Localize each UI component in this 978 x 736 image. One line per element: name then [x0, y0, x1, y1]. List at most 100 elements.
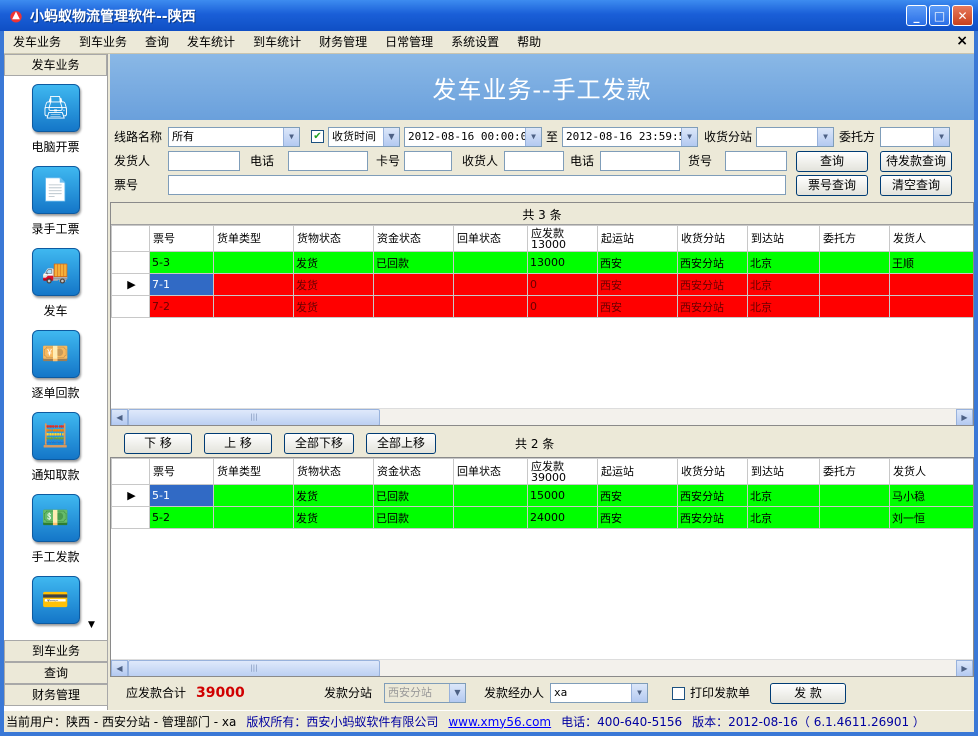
chevron-down-icon[interactable]: ▼	[631, 684, 647, 702]
phone-input[interactable]	[288, 151, 368, 171]
sidebar-scroll-down-icon[interactable]: ▼	[88, 620, 95, 630]
table-cell[interactable]	[453, 273, 528, 296]
sidebar-group-query[interactable]: 查询	[4, 662, 108, 684]
move-all-down-button[interactable]: 全部下移	[284, 433, 354, 454]
column-header[interactable]: 收货分站	[677, 458, 748, 485]
table-cell[interactable]	[453, 484, 528, 507]
menu-item-7[interactable]: 系统设置	[442, 31, 508, 54]
table-cell[interactable]: 13000	[527, 251, 598, 274]
table-cell[interactable]: 5-2	[149, 506, 214, 529]
column-header[interactable]: 资金状态	[373, 225, 454, 252]
table-row[interactable]: ▶ 7-1 发货 0 西安 西安分站 北京	[111, 273, 973, 296]
column-header[interactable]: 货单类型	[213, 458, 294, 485]
column-header[interactable]: 到达站	[747, 458, 820, 485]
mdi-close-icon[interactable]: ×	[956, 33, 968, 49]
table-cell[interactable]	[819, 251, 890, 274]
table-cell[interactable]: 已回款	[373, 484, 454, 507]
table-cell[interactable]: 西安分站	[677, 273, 748, 296]
menu-item-5[interactable]: 财务管理	[310, 31, 376, 54]
sidebar-header[interactable]: 发车业务	[4, 54, 107, 76]
table-cell[interactable]	[889, 273, 973, 296]
table-cell[interactable]: 西安分站	[677, 506, 748, 529]
menu-item-0[interactable]: 发车业务	[4, 31, 70, 54]
recv-time-select[interactable]: 收货时间 ▼	[328, 127, 400, 147]
clear-query-button[interactable]: 清空查询	[880, 175, 952, 196]
table-cell[interactable]: 西安	[597, 295, 678, 318]
table-cell[interactable]: 刘一恒	[889, 506, 973, 529]
date-from-picker[interactable]: 2012-08-16 00:00:00 ▼	[404, 127, 542, 147]
maximize-button[interactable]: □	[929, 5, 950, 26]
column-header[interactable]: 收货分站	[677, 225, 748, 252]
table-cell[interactable]: 已回款	[373, 251, 454, 274]
scroll-left-icon[interactable]: ◀	[111, 409, 128, 425]
column-header[interactable]: 应发款 13000	[527, 225, 598, 252]
scroll-left-icon[interactable]: ◀	[111, 660, 128, 676]
chevron-down-icon[interactable]: ▼	[933, 128, 949, 146]
table-cell[interactable]	[373, 273, 454, 296]
table-cell[interactable]: 王顺	[889, 251, 973, 274]
handler-select[interactable]: xa ▼	[550, 683, 648, 703]
table-cell[interactable]: 西安	[597, 506, 678, 529]
table-cell[interactable]: 5-1	[149, 484, 214, 507]
move-all-up-button[interactable]: 全部上移	[366, 433, 436, 454]
table-cell[interactable]: 发货	[293, 484, 374, 507]
table-cell[interactable]: 西安	[597, 273, 678, 296]
pending-payment-query-button[interactable]: 待发款查询	[880, 151, 952, 172]
table-cell[interactable]: 西安分站	[677, 295, 748, 318]
column-header[interactable]: 委托方	[819, 458, 890, 485]
table-cell[interactable]	[213, 273, 294, 296]
table-cell[interactable]: 已回款	[373, 506, 454, 529]
table-cell[interactable]: 发货	[293, 273, 374, 296]
column-header[interactable]: 货物状态	[293, 225, 374, 252]
recv-time-checkbox[interactable]: ✔	[311, 130, 324, 143]
date-to-picker[interactable]: 2012-08-16 23:59:59 ▼	[562, 127, 698, 147]
table-cell[interactable]: 7-2	[149, 295, 214, 318]
table-cell[interactable]	[819, 506, 890, 529]
grid1-hscrollbar[interactable]: ◀ ||| ▶	[111, 408, 973, 425]
minimize-button[interactable]: _	[906, 5, 927, 26]
menu-item-4[interactable]: 到车统计	[244, 31, 310, 54]
table-row[interactable]: 7-2 发货 0 西安 西安分站 北京	[111, 295, 973, 318]
table-cell[interactable]	[819, 295, 890, 318]
chevron-down-icon[interactable]: ▼	[283, 128, 299, 146]
branch-select[interactable]: ▼	[756, 127, 834, 147]
move-down-button[interactable]: 下 移	[124, 433, 192, 454]
print-checkbox[interactable]	[672, 687, 685, 700]
column-header[interactable]: 回单状态	[453, 458, 528, 485]
column-header[interactable]: 票号	[149, 225, 214, 252]
sidebar-item-4[interactable]: 🧮 通知取款	[4, 408, 107, 490]
close-button[interactable]: ✕	[952, 5, 973, 26]
table-cell[interactable]: 发货	[293, 295, 374, 318]
sidebar-item-1[interactable]: 📄 录手工票	[4, 162, 107, 244]
table-row[interactable]: ▶ 5-1 发货 已回款 15000 西安 西安分站 北京 马小稳	[111, 484, 973, 507]
table-cell[interactable]: 7-1	[149, 273, 214, 296]
table-row[interactable]: 5-3 发货 已回款 13000 西安 西安分站 北京 王顺	[111, 251, 973, 274]
table-cell[interactable]: 发货	[293, 251, 374, 274]
table-cell[interactable]	[819, 484, 890, 507]
chevron-down-icon[interactable]: ▼	[383, 128, 399, 146]
column-header[interactable]: 发货人	[889, 458, 973, 485]
table-cell[interactable]: 0	[527, 273, 598, 296]
table-cell[interactable]: 北京	[747, 295, 820, 318]
table-cell[interactable]	[819, 273, 890, 296]
table-cell[interactable]: 西安	[597, 251, 678, 274]
receiver-input[interactable]	[504, 151, 564, 171]
column-header[interactable]: 应发款 39000	[527, 458, 598, 485]
sidebar-group-finance[interactable]: 财务管理	[4, 684, 108, 706]
grid2-hscrollbar[interactable]: ◀ ||| ▶	[111, 659, 973, 676]
sidebar-item-3[interactable]: 💴 逐单回款	[4, 326, 107, 408]
scroll-right-icon[interactable]: ▶	[956, 409, 973, 425]
sidebar-item-2[interactable]: 🚚 发车	[4, 244, 107, 326]
table-cell[interactable]: 发货	[293, 506, 374, 529]
table-cell[interactable]: 15000	[527, 484, 598, 507]
menu-item-2[interactable]: 查询	[136, 31, 178, 54]
pay-button[interactable]: 发 款	[770, 683, 846, 704]
menu-item-6[interactable]: 日常管理	[376, 31, 442, 54]
scroll-right-icon[interactable]: ▶	[956, 660, 973, 676]
column-header[interactable]: 货单类型	[213, 225, 294, 252]
column-header[interactable]: 货物状态	[293, 458, 374, 485]
sender-input[interactable]	[168, 151, 240, 171]
chevron-down-icon[interactable]: ▼	[817, 128, 833, 146]
route-select[interactable]: 所有 ▼	[168, 127, 300, 147]
table-cell[interactable]: 北京	[747, 506, 820, 529]
